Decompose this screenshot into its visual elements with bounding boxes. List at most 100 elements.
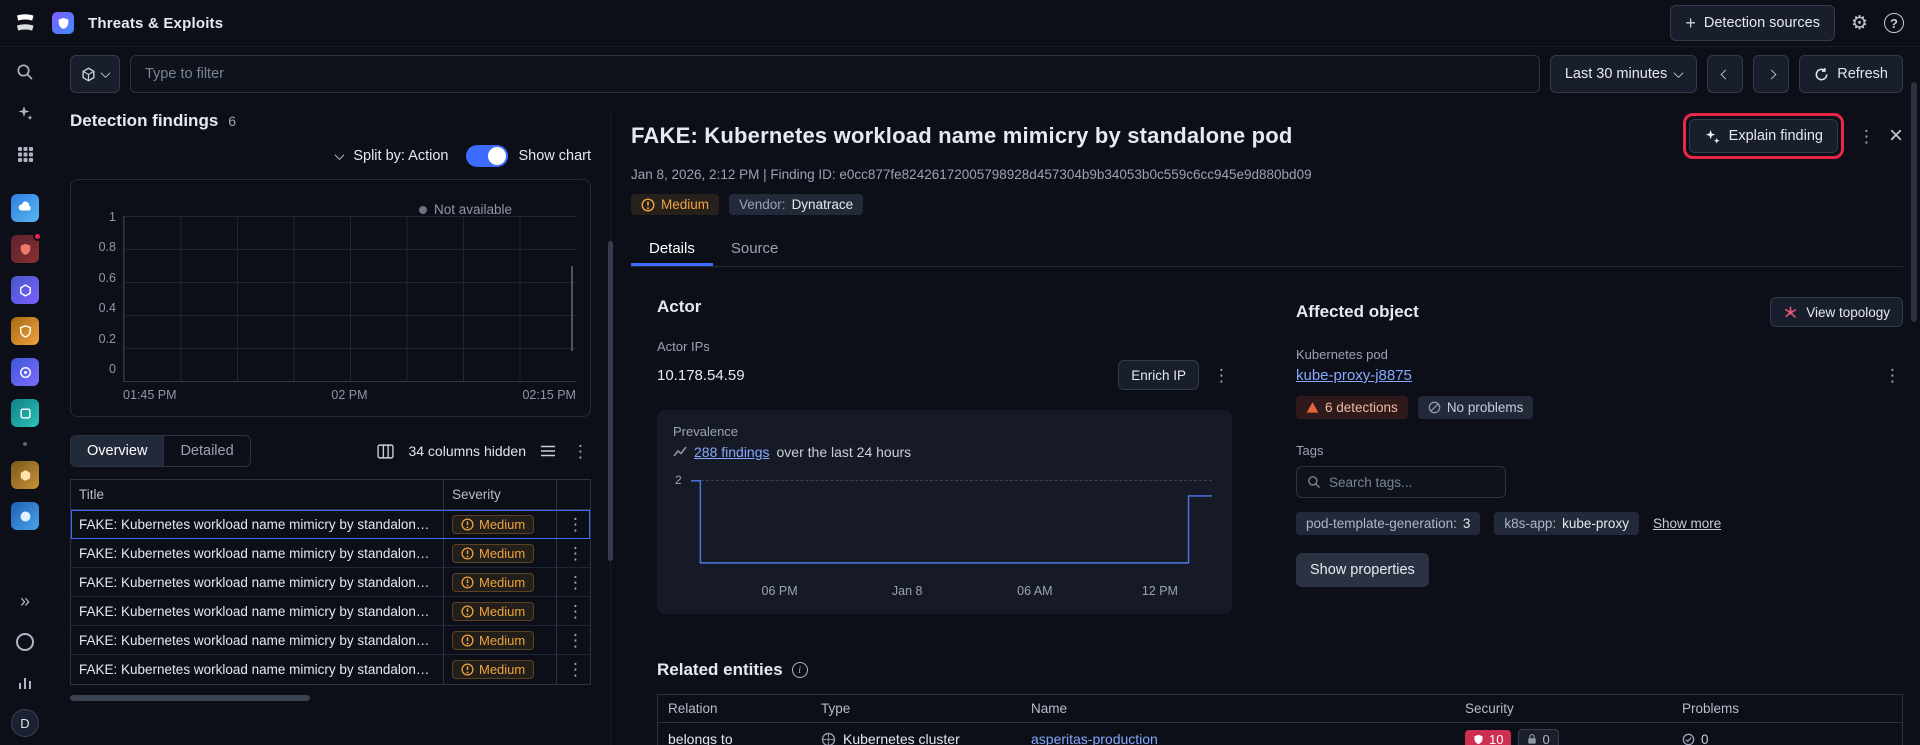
no-problems-badge[interactable]: No problems [1417, 396, 1534, 419]
table-row[interactable]: belongs to Kubernetes cluster asperitas-… [658, 723, 1902, 745]
prevalence-line [691, 470, 1212, 578]
tab-details[interactable]: Details [631, 231, 713, 266]
col-severity[interactable]: Severity [443, 480, 556, 509]
security-cell: 10 0 [1455, 728, 1672, 745]
table-row[interactable]: FAKE: Kubernetes workload name mimicry b… [71, 655, 590, 684]
table-row[interactable]: FAKE: Kubernetes workload name mimicry b… [71, 510, 590, 539]
table-row[interactable]: FAKE: Kubernetes workload name mimicry b… [71, 568, 590, 597]
findings-header: Detection findings 6 [70, 111, 591, 131]
apps-grid-icon[interactable] [10, 139, 40, 169]
table-row[interactable]: FAKE: Kubernetes workload name mimicry b… [71, 539, 590, 568]
check-circle-icon [1682, 733, 1695, 745]
findings-vscroll-thumb[interactable] [608, 241, 613, 561]
entity-name-link[interactable]: kube-proxy-j8875 [1296, 367, 1412, 384]
settings-gear-icon[interactable]: ⚙ [1851, 12, 1868, 35]
lock-icon [1528, 734, 1537, 744]
row-menu-icon[interactable]: ⋮ [565, 603, 586, 620]
row-menu-icon[interactable]: ⋮ [565, 516, 586, 533]
rail-app-icon-7[interactable] [11, 461, 39, 489]
show-more-link[interactable]: Show more [1653, 516, 1721, 531]
help-icon[interactable]: ? [1884, 13, 1904, 33]
table-more-menu-icon[interactable]: ⋮ [570, 443, 591, 460]
columns-hidden-label[interactable]: 34 columns hidden [408, 443, 526, 459]
security-critical-badge[interactable]: 10 [1465, 729, 1512, 745]
search-icon[interactable] [10, 57, 40, 87]
row-menu-icon[interactable]: ⋮ [565, 632, 586, 649]
severity-badge: Medium [452, 601, 535, 621]
tags-search-input[interactable] [1329, 474, 1495, 490]
table-controls: Overview Detailed 34 columns hidden ⋮ [70, 435, 591, 467]
tab-overview[interactable]: Overview [71, 436, 165, 466]
tag-chip[interactable]: pod-template-generation: 3 [1296, 512, 1481, 535]
rail-app-icon-6[interactable] [11, 399, 39, 427]
expand-rail-icon[interactable]: » [10, 586, 40, 616]
time-range-label: Last 30 minutes [1564, 66, 1668, 82]
detail-more-menu-icon[interactable]: ⋮ [1856, 128, 1877, 145]
severity-badge: Medium [452, 660, 535, 679]
problems-badge[interactable]: 0 [1682, 732, 1709, 745]
view-segmented-control: Overview Detailed [70, 435, 251, 467]
row-menu-icon[interactable]: ⋮ [565, 574, 586, 591]
table-row[interactable]: FAKE: Kubernetes workload name mimicry b… [71, 626, 590, 655]
view-topology-button[interactable]: View topology [1770, 297, 1903, 327]
detections-badge[interactable]: 6 detections [1296, 396, 1408, 419]
tag-chip[interactable]: k8s-app: kube-proxy [1494, 512, 1639, 535]
rail-app-icon-8[interactable] [11, 502, 39, 530]
chevron-down-icon[interactable] [334, 149, 345, 160]
security-secondary-badge[interactable]: 0 [1518, 728, 1559, 745]
time-prev-button[interactable] [1707, 55, 1744, 93]
refresh-button[interactable]: Refresh [1799, 55, 1903, 93]
detail-sections: Actor Actor IPs 10.178.54.59 Enrich IP ⋮ [657, 297, 1903, 614]
dynatrace-logo-icon[interactable] [12, 10, 38, 36]
related-entity-link[interactable]: asperitas-production [1031, 731, 1158, 745]
detection-sources-button[interactable]: + Detection sources [1670, 5, 1835, 41]
filter-bar: Last 30 minutes Refresh [70, 55, 1903, 93]
detail-header: FAKE: Kubernetes workload name mimicry b… [631, 113, 1903, 159]
app-title: Threats & Exploits [88, 14, 224, 32]
row-menu-icon[interactable]: ⋮ [565, 661, 586, 678]
panel-divider [591, 111, 631, 745]
prevalence-findings-link[interactable]: 288 findings [694, 444, 770, 460]
filter-type-button[interactable] [70, 55, 120, 93]
activity-bars-icon[interactable] [10, 668, 40, 698]
ai-sparkle-icon[interactable] [10, 98, 40, 128]
hscroll-thumb[interactable] [70, 695, 310, 701]
findings-hscrollbar [70, 695, 591, 701]
show-properties-button[interactable]: Show properties [1296, 553, 1429, 587]
rail-app-icon-1[interactable] [11, 194, 39, 222]
row-density-icon[interactable] [540, 444, 556, 458]
rail-app-icon-4[interactable] [11, 317, 39, 345]
explain-finding-button[interactable]: Explain finding [1688, 119, 1838, 153]
user-avatar[interactable]: D [11, 709, 39, 737]
tab-detailed[interactable]: Detailed [164, 436, 249, 466]
close-icon[interactable]: × [1889, 124, 1903, 148]
page-vscrollbar [1910, 52, 1918, 739]
rail-app-icon-5[interactable] [11, 358, 39, 386]
col-title[interactable]: Title [71, 480, 443, 509]
time-range-button[interactable]: Last 30 minutes [1549, 55, 1698, 93]
affected-menu-icon[interactable]: ⋮ [1882, 367, 1903, 384]
row-menu-icon[interactable]: ⋮ [565, 545, 586, 562]
affected-heading: Affected object [1296, 302, 1419, 321]
tab-source[interactable]: Source [713, 231, 797, 266]
split-by-dropdown[interactable]: Split by: Action [353, 148, 448, 164]
info-icon[interactable]: i [791, 662, 808, 678]
rail-app-icon-2[interactable] [11, 232, 42, 263]
show-chart-toggle[interactable] [466, 145, 509, 167]
table-row[interactable]: FAKE: Kubernetes workload name mimicry b… [71, 597, 590, 626]
status-ring-icon[interactable] [10, 627, 40, 657]
filter-input[interactable] [130, 55, 1540, 93]
page-vscroll-thumb[interactable] [1911, 82, 1917, 322]
prevalence-y-max: 2 [675, 473, 682, 487]
refresh-label: Refresh [1837, 66, 1888, 82]
chart-legend: Not available [418, 202, 512, 217]
rail-app-icon-3[interactable] [11, 276, 39, 304]
findings-panel: Detection findings 6 Split by: Action Sh… [70, 111, 591, 745]
chart-plot-area[interactable] [123, 216, 576, 382]
enrich-ip-button[interactable]: Enrich IP [1118, 360, 1199, 390]
time-next-button[interactable] [1753, 55, 1790, 93]
actor-menu-icon[interactable]: ⋮ [1211, 367, 1232, 384]
content-columns: Detection findings 6 Split by: Action Sh… [70, 111, 1903, 745]
findings-table: Title Severity FAKE: Kubernetes workload… [70, 479, 591, 685]
chart-y-axis: 1 0.8 0.6 0.4 0.2 0 [98, 210, 116, 376]
